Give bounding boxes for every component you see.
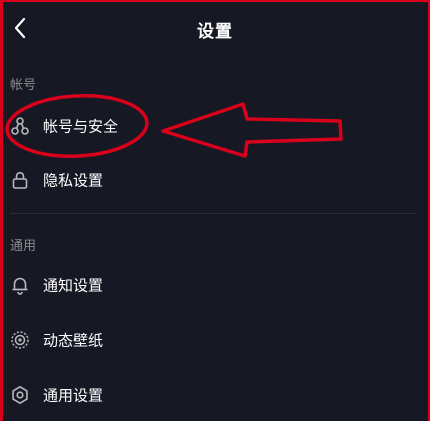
settings-item-label: 通知设置 — [43, 276, 104, 295]
settings-item-label: 帐号与安全 — [43, 117, 119, 136]
account-link-icon — [10, 116, 30, 136]
settings-item-privacy[interactable]: 隐私设置 — [0, 154, 430, 206]
gear-icon — [10, 385, 30, 405]
section-label-account: 帐号 — [10, 78, 37, 93]
bell-icon — [10, 275, 30, 295]
section-label-general: 通用 — [10, 239, 37, 254]
settings-item-live-wallpaper[interactable]: 动态壁纸 — [0, 314, 430, 366]
page-title: 设置 — [197, 22, 233, 42]
settings-item-notifications[interactable]: 通知设置 — [0, 259, 430, 311]
live-wallpaper-icon — [10, 330, 30, 350]
settings-item-label: 通用设置 — [43, 386, 104, 405]
settings-screen: 设置 帐号 帐号与安全 隐私设置 通用 通知设置 动态壁纸 通用设置 — [0, 0, 430, 421]
settings-item-general[interactable]: 通用设置 — [0, 369, 430, 421]
settings-item-label: 隐私设置 — [43, 171, 104, 190]
top-bar: 设置 — [0, 0, 430, 57]
settings-item-label: 动态壁纸 — [43, 331, 104, 350]
lock-icon — [10, 170, 30, 190]
section-divider — [10, 213, 416, 214]
settings-item-account-security[interactable]: 帐号与安全 — [0, 100, 430, 152]
